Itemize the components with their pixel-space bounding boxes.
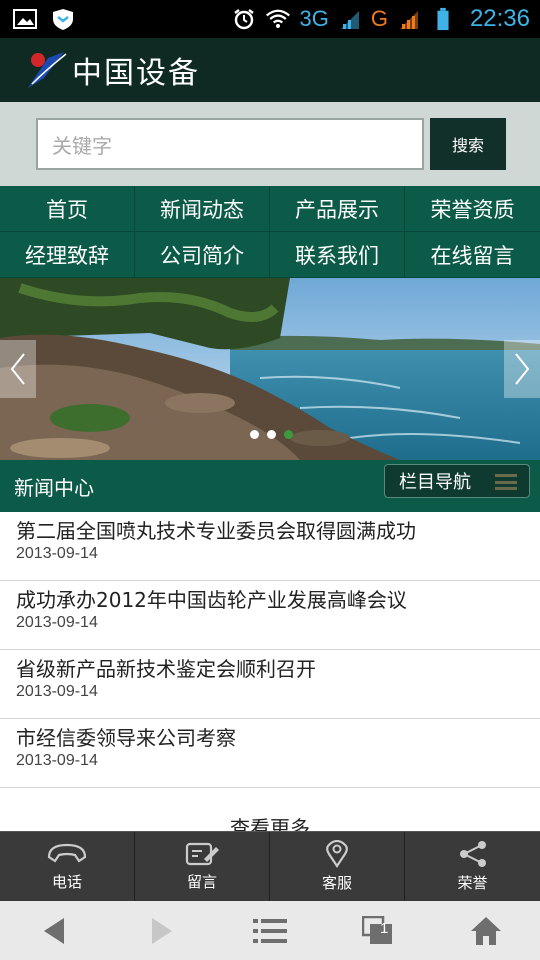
gallery-notification-icon [13,9,37,29]
bottom-item-service[interactable]: 客服 [270,832,405,901]
news-item[interactable]: 成功承办2012年中国齿轮产业发展高峰会议 2013-09-14 [0,581,540,650]
phone-icon [47,843,87,863]
nav-item-manager-speech[interactable]: 经理致辞 [0,232,135,278]
bottom-item-phone[interactable]: 电话 [0,832,135,901]
category-nav-label: 栏目导航 [399,472,471,493]
security-shield-icon [53,9,73,30]
search-placeholder: 关键字 [52,133,112,158]
search-input[interactable]: 关键字 [36,118,424,170]
nav-item-contact[interactable]: 联系我们 [270,232,405,278]
nav-item-news[interactable]: 新闻动态 [135,186,270,232]
bottom-item-label: 留言 [186,873,217,891]
news-date: 2013-09-14 [16,683,98,700]
search-bar: 关键字 搜索 [0,102,540,186]
banner-prev-button[interactable] [0,340,36,398]
news-title[interactable]: 第二届全国喷丸技术专业委员会取得圆满成功 [16,518,540,544]
back-button[interactable] [24,906,84,956]
section-title: 新闻中心 [14,475,94,500]
browser-nav-bar: 1 [0,901,540,960]
nav-item-home[interactable]: 首页 [0,186,135,232]
back-arrow-icon [44,917,64,944]
news-item[interactable]: 省级新产品新技术鉴定会顺利召开 2013-09-14 [0,650,540,719]
menu-icon [495,474,517,490]
news-title[interactable]: 成功承办2012年中国齿轮产业发展高峰会议 [16,587,540,613]
news-item[interactable]: 第二届全国喷丸技术专业委员会取得圆满成功 2013-09-14 [0,512,540,581]
bottom-item-message[interactable]: 留言 [135,832,270,901]
category-nav-button[interactable]: 栏目导航 [384,464,530,498]
news-section-header: 新闻中心 栏目导航 [0,460,540,512]
forward-arrow-icon [152,917,172,944]
bottom-item-label: 电话 [51,873,82,891]
alarm-icon [234,9,255,30]
news-title[interactable]: 省级新产品新技术鉴定会顺利召开 [16,656,540,682]
share-icon [459,841,486,867]
news-title[interactable]: 市经信委领导来公司考察 [16,725,540,751]
network-3g-label: 3G [299,6,329,31]
home-icon [471,916,501,945]
tabs-button[interactable]: 1 [348,906,408,956]
status-bar: 3G G 22:36 [0,0,540,38]
signal-strength-icon [340,11,359,29]
banner-slideshow[interactable] [0,278,540,460]
battery-icon [437,7,449,31]
news-list: 第二届全国喷丸技术专业委员会取得圆满成功 2013-09-14 成功承办2012… [0,512,540,788]
list-menu-icon [253,918,287,943]
bottom-item-honor[interactable]: 荣誉 [405,832,540,901]
bottom-item-label: 客服 [321,874,352,892]
menu-button[interactable] [240,906,300,956]
clock-time: 22:36 [469,5,530,32]
nav-item-honors[interactable]: 荣誉资质 [405,186,540,232]
nav-item-products[interactable]: 产品展示 [270,186,405,232]
site-name: 中国设备 [72,56,200,91]
news-date: 2013-09-14 [16,545,98,562]
search-button[interactable]: 搜索 [430,118,506,170]
chevron-right-icon [515,353,530,385]
tabs-icon [362,915,392,944]
edit-icon [185,842,219,866]
banner-dot-active[interactable] [284,430,293,439]
company-logo-icon[interactable] [24,48,68,92]
bottom-action-bar: 电话 留言 客服 荣誉 [0,831,540,901]
bottom-item-label: 荣誉 [457,874,488,892]
location-pin-icon [326,840,348,868]
banner-next-button[interactable] [504,340,540,398]
banner-pagination [250,430,293,439]
chevron-left-icon [10,353,25,385]
signal-strength-2-icon [399,11,418,29]
site-header: 中国设备 [0,38,540,102]
news-date: 2013-09-14 [16,614,98,631]
news-item[interactable]: 市经信委领导来公司考察 2013-09-14 [0,719,540,788]
network-g-label: G [370,6,388,31]
banner-dot[interactable] [250,430,259,439]
tabs-count: 1 [380,919,389,937]
home-button[interactable] [456,906,516,956]
forward-button[interactable] [132,906,192,956]
nav-item-about[interactable]: 公司简介 [135,232,270,278]
main-nav: 首页 新闻动态 产品展示 荣誉资质 经理致辞 公司简介 联系我们 在线留言 [0,186,540,278]
nav-item-message[interactable]: 在线留言 [405,232,540,278]
wifi-icon [266,9,291,29]
news-date: 2013-09-14 [16,752,98,769]
banner-dot[interactable] [267,430,276,439]
